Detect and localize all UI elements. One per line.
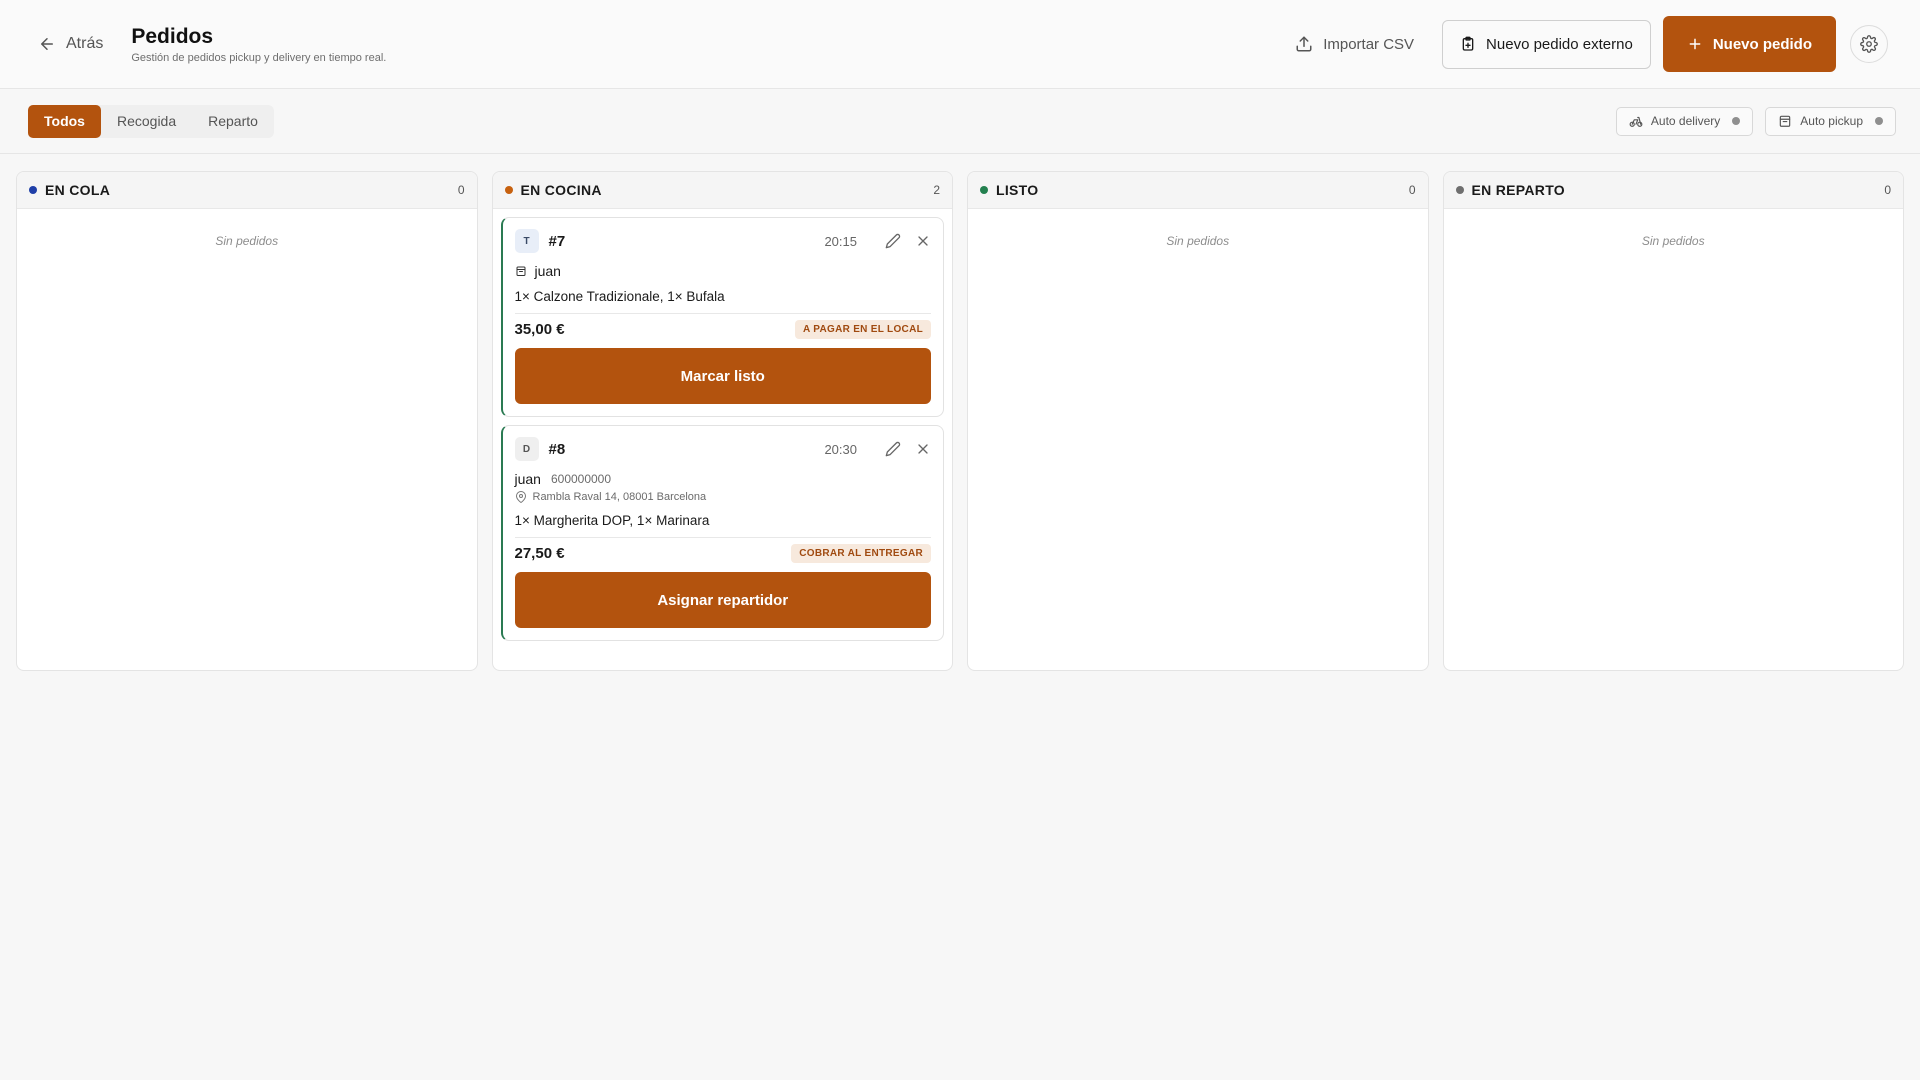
order-time: 20:30 (824, 441, 857, 457)
column-header: EN COCINA 2 (492, 172, 952, 209)
column-count: 0 (1408, 183, 1416, 197)
back-button[interactable]: Atrás (38, 35, 103, 53)
column-header: LISTO 0 (968, 172, 1428, 209)
price-row: 35,00 € A PAGAR EN EL LOCAL (514, 320, 931, 339)
status-dot (1732, 117, 1741, 125)
order-number: #8 (548, 440, 566, 458)
status-dot (1455, 186, 1464, 194)
bag-icon (1780, 115, 1791, 127)
empty-state: Sin pedidos (1641, 234, 1705, 248)
new-external-order-label: Nuevo pedido externo (1486, 35, 1633, 53)
order-time: 20:15 (824, 233, 857, 249)
customer-name: juan (534, 263, 561, 279)
price-row: 27,50 € COBRAR AL ENTREGAR (514, 544, 931, 563)
tab-reparto[interactable]: Reparto (192, 105, 274, 138)
page-header: Atrás Pedidos Gestión de pedidos pickup … (0, 0, 1920, 89)
customer-phone: 600000000 (550, 472, 612, 486)
status-dot (1875, 117, 1883, 125)
order-type-tabs: Todos Recogida Reparto (28, 104, 274, 138)
column-en-cocina: EN COCINA 2 T #7 20:15 juan 1× Calzone T… (491, 171, 953, 671)
mark-ready-button[interactable]: Marcar listo (514, 348, 931, 404)
bike-icon (1629, 116, 1643, 127)
upload-icon (1296, 36, 1312, 52)
assign-courier-button[interactable]: Asignar repartidor (514, 572, 931, 628)
order-card-header: T #7 20:15 (514, 228, 932, 254)
order-items: 1× Calzone Tradizionale, 1× Bufala (514, 289, 931, 314)
auto-delivery-toggle[interactable]: Auto delivery (1615, 106, 1754, 136)
import-csv-button[interactable]: Importar CSV (1279, 20, 1430, 68)
order-items: 1× Margherita DOP, 1× Marinara (514, 513, 931, 538)
gear-icon (1860, 35, 1878, 53)
payment-badge: COBRAR AL ENTREGAR (791, 544, 931, 563)
page-title: Pedidos (131, 25, 214, 48)
new-order-button[interactable]: Nuevo pedido (1662, 16, 1836, 72)
auto-pickup-label: Auto pickup (1800, 114, 1863, 128)
tab-todos[interactable]: Todos (28, 104, 101, 138)
pencil-icon[interactable] (885, 233, 901, 249)
order-card-header: D #8 20:30 (514, 436, 932, 462)
customer-address: Rambla Raval 14, 08001 Barcelona (532, 491, 707, 503)
status-dot (29, 186, 37, 194)
column-title: EN COCINA (520, 182, 602, 198)
order-type-badge: D (514, 437, 539, 461)
address-line: Rambla Raval 14, 08001 Barcelona (515, 491, 932, 503)
column-header: EN COLA 0 (17, 172, 477, 209)
empty-state: Sin pedidos (1166, 234, 1230, 248)
order-number: #7 (548, 232, 566, 250)
status-dot (980, 186, 988, 194)
order-type-badge: T (514, 229, 539, 253)
payment-badge: A PAGAR EN EL LOCAL (795, 320, 931, 339)
auto-pickup-toggle[interactable]: Auto pickup (1765, 106, 1896, 136)
column-en-cola: EN COLA 0 Sin pedidos (16, 171, 478, 671)
column-body: T #7 20:15 juan 1× Calzone Tradizionale,… (493, 209, 953, 657)
filter-toolbar: Todos Recogida Reparto Auto delivery Aut… (0, 89, 1920, 154)
tab-recogida[interactable]: Recogida (101, 105, 192, 138)
auto-toggles: Auto delivery Auto pickup (1615, 106, 1896, 136)
auto-delivery-label: Auto delivery (1650, 114, 1721, 128)
kanban-board: EN COLA 0 Sin pedidos EN COCINA 2 T #7 2… (0, 154, 1920, 671)
close-icon[interactable] (915, 441, 931, 457)
column-count: 2 (933, 183, 940, 197)
column-title: EN REPARTO (1471, 182, 1565, 198)
status-dot (504, 186, 513, 194)
order-card[interactable]: D #8 20:30 juan 600000000 Rambla Raval 1… (500, 425, 944, 641)
new-order-label: Nuevo pedido (1712, 35, 1812, 53)
column-header: EN REPARTO 0 (1443, 172, 1903, 209)
new-external-order-button[interactable]: Nuevo pedido externo (1442, 19, 1651, 69)
order-price: 35,00 € (514, 321, 565, 338)
title-block: Pedidos Gestión de pedidos pickup y deli… (131, 24, 386, 64)
arrow-left-icon (41, 38, 53, 50)
column-listo: LISTO 0 Sin pedidos (967, 171, 1429, 671)
back-label: Atrás (66, 35, 104, 52)
header-actions: Importar CSV Nuevo pedido externo Nuevo … (1279, 16, 1888, 72)
column-en-reparto: EN REPARTO 0 Sin pedidos (1442, 171, 1904, 671)
customer-line: juan (515, 263, 932, 279)
settings-button[interactable] (1850, 25, 1888, 63)
page-subtitle: Gestión de pedidos pickup y delivery en … (131, 52, 387, 64)
bag-icon (516, 266, 525, 276)
column-title: LISTO (996, 182, 1039, 198)
column-count: 0 (1884, 183, 1891, 197)
import-csv-label: Importar CSV (1323, 35, 1415, 53)
order-price: 27,50 € (514, 545, 565, 562)
column-count: 0 (457, 183, 465, 197)
plus-icon (1689, 38, 1701, 50)
map-pin-icon (515, 491, 526, 503)
column-title: EN COLA (45, 182, 111, 198)
pencil-icon[interactable] (885, 441, 901, 457)
empty-state: Sin pedidos (215, 234, 279, 248)
customer-line: juan 600000000 (515, 471, 932, 487)
close-icon[interactable] (915, 233, 931, 249)
clipboard-icon (1462, 36, 1474, 51)
customer-name: juan (514, 471, 541, 487)
order-card[interactable]: T #7 20:15 juan 1× Calzone Tradizionale,… (500, 217, 944, 417)
